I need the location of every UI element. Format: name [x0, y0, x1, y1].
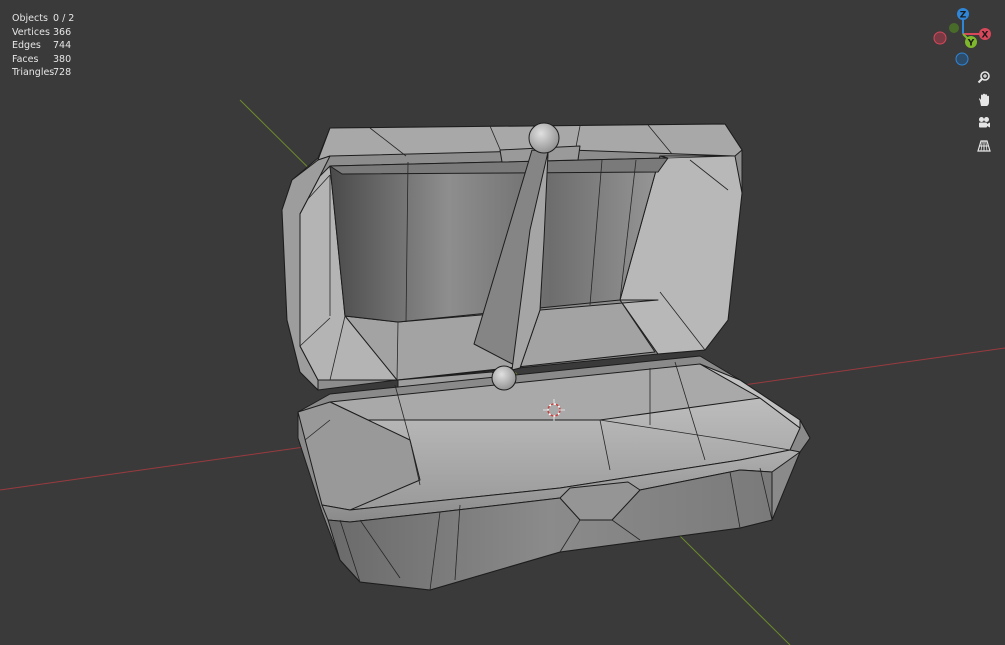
stat-value: 380	[53, 53, 72, 65]
stat-row-edges: Edges 744	[12, 39, 74, 53]
stat-label: Objects	[12, 13, 48, 24]
3d-viewport[interactable]: Objects 0 / 2 Vertices 366 Edges 744 Fac…	[0, 0, 1005, 645]
stat-row-triangles: Triangles 728	[12, 66, 74, 80]
gizmo-y-label: Y	[967, 39, 975, 49]
gizmo-neg-z[interactable]	[955, 52, 969, 66]
stat-value: 744	[53, 40, 72, 51]
statistics-overlay: Objects 0 / 2 Vertices 366 Edges 744 Fac…	[12, 12, 74, 80]
stat-label: Vertices	[12, 26, 50, 38]
navigation-gizmo[interactable]: X Y Z	[928, 4, 998, 68]
stat-row-vertices: Vertices 366	[12, 26, 74, 40]
grid-perspective-icon	[977, 140, 991, 152]
stat-row-objects: Objects 0 / 2	[12, 12, 74, 26]
gizmo-x-label: X	[982, 31, 989, 41]
box-base[interactable]	[297, 355, 811, 591]
stat-value: 0 / 2	[53, 13, 75, 24]
stat-label: Edges	[12, 40, 41, 51]
stat-label: Triangles	[12, 67, 55, 78]
hand-pan-icon	[979, 93, 989, 106]
gizmo-neg-y[interactable]	[949, 23, 959, 33]
gizmo-z-label: Z	[960, 11, 967, 21]
zoom-button[interactable]	[973, 66, 995, 88]
stat-row-faces: Faces 380	[12, 53, 74, 67]
camera-icon	[979, 117, 990, 128]
gizmo-neg-x[interactable]	[933, 31, 947, 45]
pan-button[interactable]	[973, 89, 995, 111]
perspective-toggle-button[interactable]	[973, 135, 995, 157]
camera-view-button[interactable]	[973, 112, 995, 134]
scene-canvas[interactable]	[0, 0, 1005, 645]
stat-value: 366	[53, 26, 72, 38]
stat-label: Faces	[12, 53, 39, 65]
stat-value: 728	[53, 67, 72, 78]
zoom-icon	[977, 71, 990, 84]
